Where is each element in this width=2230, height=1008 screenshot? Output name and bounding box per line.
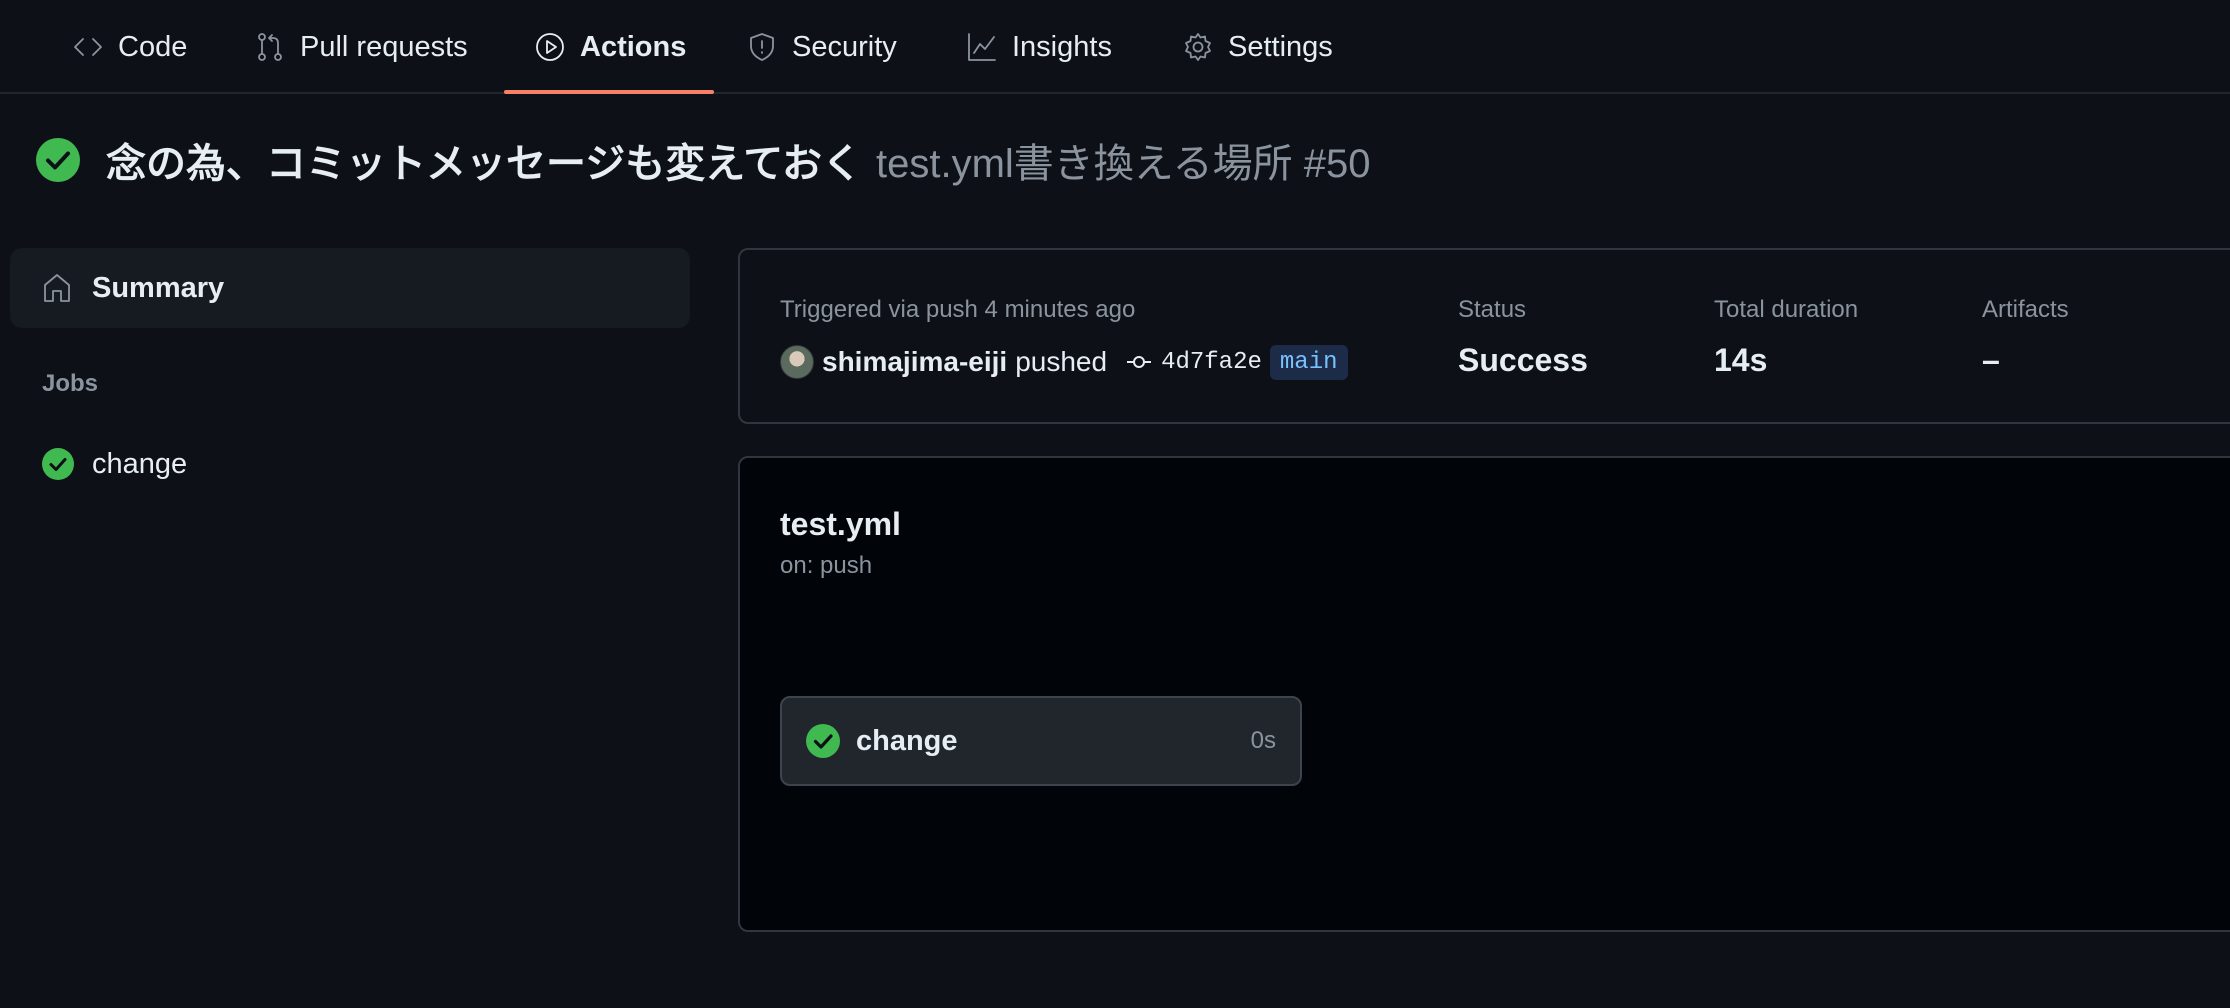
job-node-name: change [856,724,958,757]
run-info-card: Triggered via push 4 minutes ago shimaji… [738,248,2230,424]
commit-icon [1127,356,1152,368]
sidebar-item-summary[interactable]: Summary [10,248,690,328]
graph-icon [968,33,996,61]
artifacts-value: – [1982,342,2000,378]
tab-security[interactable]: Security [746,0,897,94]
success-check-icon [36,138,80,182]
status-value: Success [1458,342,1588,378]
tab-label: Insights [1012,30,1112,63]
trigger-text: Triggered via push 4 minutes ago [780,296,1136,323]
active-tab-indicator [504,90,714,94]
sidebar-job-change[interactable]: change [42,444,187,484]
tab-actions[interactable]: Actions [534,0,686,94]
artifacts-label: Artifacts [1982,296,2069,323]
job-node-duration: 0s [1250,727,1276,754]
tab-label: Actions [580,30,687,63]
tab-label: Code [118,30,188,63]
branch-badge[interactable]: main [1269,344,1348,380]
duration-value: 14s [1714,342,1768,378]
avatar[interactable] [780,345,814,379]
code-icon [74,38,102,56]
commit-message: 念の為、コミットメッセージも変えておく [106,142,862,186]
pushed-text: pushed [1015,346,1108,377]
gear-icon [1185,33,1211,61]
workflow-run-subtitle: test.yml書き換える場所 #50 [876,142,1371,186]
repo-nav: Code Pull requests Actions Security Insi… [0,0,2230,94]
tab-pull-requests[interactable]: Pull requests [254,0,468,94]
run-title: 念の為、コミットメッセージも変えておく test.yml書き換える場所 #50 [36,136,1370,186]
commit-sha-link[interactable]: 4d7fa2e [1161,349,1262,376]
status-label: Status [1458,296,1527,323]
tab-code[interactable]: Code [72,0,187,94]
pusher-name-link[interactable]: shimajima-eiji [822,346,1007,378]
shield-icon [750,33,774,61]
success-check-icon [42,448,74,480]
tab-label: Security [792,30,897,63]
home-icon [44,274,70,302]
tab-insights[interactable]: Insights [966,0,1112,94]
workflow-trigger: on: push [780,552,873,579]
workflow-graph-card: test.yml on: push change 0s [738,456,2230,932]
sidebar-item-label: Summary [92,271,225,304]
success-check-icon [806,724,840,758]
duration-label: Total duration [1714,296,1859,323]
tab-label: Settings [1228,30,1333,63]
play-icon [536,33,564,61]
workflow-name: test.yml [780,506,901,542]
sidebar-job-label: change [92,447,188,480]
job-node-change[interactable]: change 0s [780,696,1302,786]
pull-request-icon [258,33,282,61]
jobs-heading: Jobs [42,370,99,397]
tab-settings[interactable]: Settings [1182,0,1333,94]
pusher-row: shimajima-eiji pushed 4d7fa2e main [780,342,1348,382]
tab-label: Pull requests [300,30,468,63]
